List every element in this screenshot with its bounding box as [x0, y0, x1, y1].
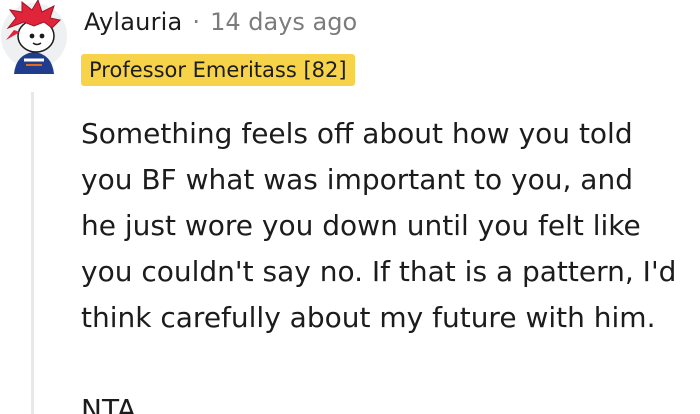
comment-body: Something feels off about how you told y… [81, 111, 693, 414]
timestamp[interactable]: 14 days ago [210, 8, 357, 36]
comment-line: you couldn't say no. If that is a patter… [81, 255, 677, 288]
comment-line: he just wore you down until you felt lik… [81, 209, 641, 242]
separator-dot: · [192, 8, 201, 36]
avatar-icon [1, 0, 67, 74]
comment-header: Aylauria · 14 days ago [84, 4, 357, 40]
comment-verdict: NTA [81, 393, 137, 414]
user-flair-badge: Professor Emeritass [82] [81, 54, 355, 86]
user-avatar[interactable] [0, 0, 68, 74]
username-link[interactable]: Aylauria [84, 8, 182, 36]
thread-line[interactable] [31, 92, 34, 414]
comment: Aylauria · 14 days ago Professor Emerita… [0, 0, 700, 414]
comment-line: you BF what was important to you, and [81, 163, 633, 196]
comment-line: think carefully about my future with him… [81, 301, 656, 334]
comment-line: Something feels off about how you told [81, 117, 633, 150]
